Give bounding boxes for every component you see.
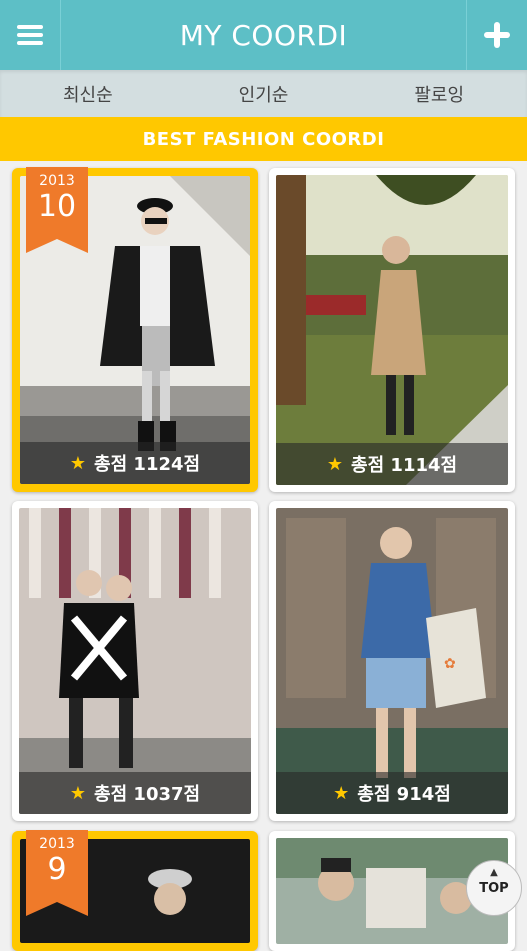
photo-image [19,508,251,814]
star-icon: ★ [69,782,87,804]
coordi-photo: ★ 총점 1114점 [276,175,508,485]
coordi-photo: ✿ ★ 총점 914점 [276,508,508,814]
month-ribbon: 2013 10 [26,167,88,253]
score-text: 총점 914점 [357,784,451,805]
score-bar: ★ 총점 1114점 [276,443,508,485]
svg-text:✿: ✿ [444,655,456,671]
ribbon-year: 2013 [39,836,75,852]
coordi-card[interactable]: ★ 총점 1037점 [12,501,258,821]
score-text: 총점 1114점 [351,455,458,476]
page-title: MY COORDI [179,18,348,52]
arrow-up-icon: ▲ [490,867,498,878]
hamburger-icon [17,25,43,45]
score-text: 총점 1124점 [94,454,201,475]
coordi-card[interactable]: ✿ ★ 총점 914점 [269,501,515,821]
tab-popular[interactable]: 인기순 [176,81,352,107]
best-fashion-banner: BEST FASHION COORDI [0,117,527,161]
scroll-top-button[interactable]: ▲ TOP [466,860,522,916]
score-text: 총점 1037점 [94,784,201,805]
scroll-top-label: TOP [479,881,509,896]
star-icon: ★ [326,453,344,475]
star-icon: ★ [69,452,87,474]
photo-image [276,175,508,485]
month-ribbon: 2013 9 [26,830,88,916]
plus-icon [484,22,510,48]
coordi-grid: ★ 총점 1124점 2013 10 ★ 총점 1114점 ★ 총점 1037점… [0,161,527,951]
ribbon-month: 9 [47,852,67,887]
score-bar: ★ 총점 1124점 [20,442,250,484]
sort-tabs: 최신순 인기순 팔로잉 [0,70,527,117]
tab-latest[interactable]: 최신순 [0,81,176,107]
photo-image: ✿ [276,508,508,814]
app-header: MY COORDI [0,0,527,70]
ribbon-month: 10 [37,189,77,224]
coordi-card[interactable]: ★ 총점 1124점 2013 10 [12,167,258,492]
score-bar: ★ 총점 914점 [276,772,508,814]
coordi-card[interactable]: ★ 총점 1114점 [269,168,515,492]
tab-following[interactable]: 팔로잉 [351,81,527,107]
coordi-card[interactable]: 2013 9 [12,830,258,951]
star-icon: ★ [333,782,350,804]
add-button[interactable] [466,0,527,70]
score-bar: ★ 총점 1037점 [19,772,251,814]
ribbon-year: 2013 [39,173,75,189]
coordi-photo: ★ 총점 1037점 [19,508,251,814]
menu-button[interactable] [0,0,61,70]
